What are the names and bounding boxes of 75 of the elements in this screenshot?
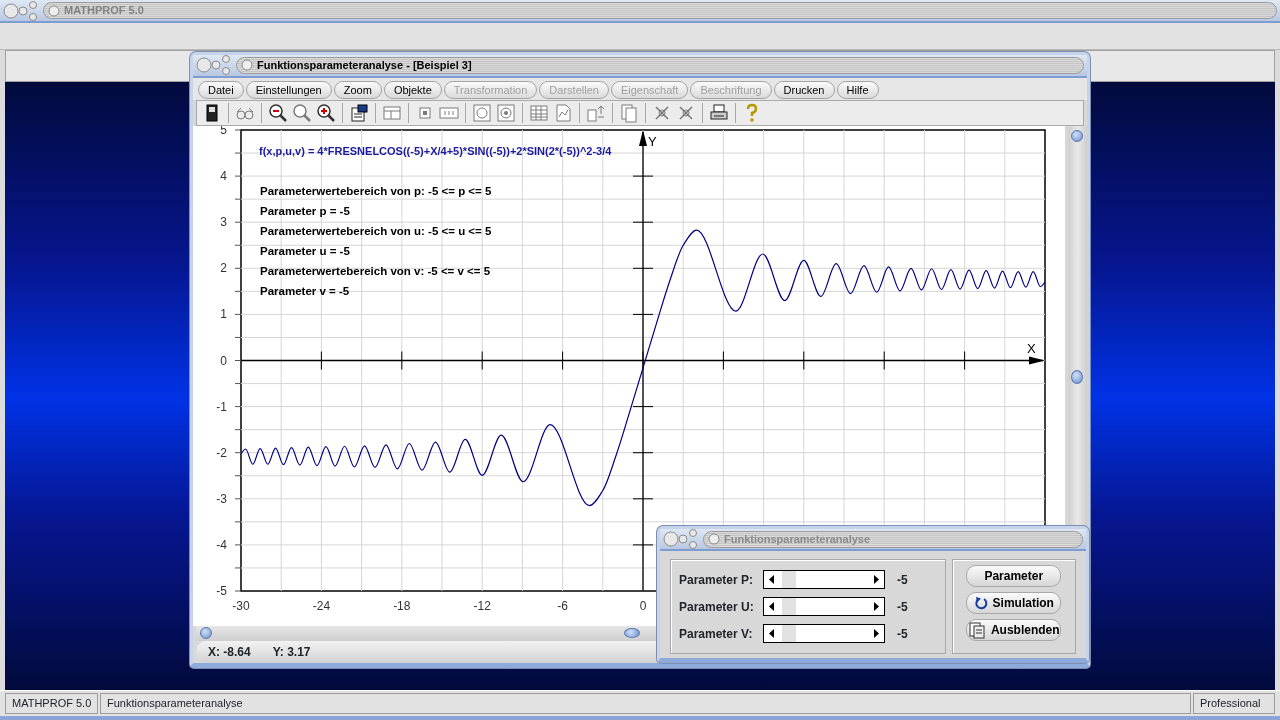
dialog-button[interactable]: Parameter <box>966 565 1062 587</box>
axis-label: -24 <box>312 598 331 613</box>
window-button[interactable] <box>663 531 679 547</box>
slider-value: -5 <box>897 598 908 616</box>
axis-label: -12 <box>473 598 491 613</box>
slider-thumb[interactable] <box>781 571 796 588</box>
slider-value: -5 <box>897 625 908 643</box>
axis-label: -30 <box>232 598 250 613</box>
pages-icon[interactable] <box>619 102 639 123</box>
slider-label: Parameter U: <box>679 598 755 616</box>
status-pane: MATHPROF 5.0 <box>5 693 98 714</box>
axis-title: X <box>1027 340 1036 356</box>
axis-title: Y <box>648 133 657 149</box>
table-icon[interactable] <box>529 102 549 123</box>
slider-label: Parameter P: <box>679 571 755 589</box>
status-pane: Professional <box>1193 693 1275 714</box>
parameter-info: Parameterwertebereich von p: -5 <= p <= 5 <box>260 184 492 197</box>
slider-label: Parameter V: <box>679 625 754 643</box>
orb-icon <box>708 533 720 545</box>
parameter-info: Parameterwertebereich von v: -5 <= v <= 5 <box>260 264 491 277</box>
axis-label: -3 <box>216 491 227 506</box>
menu-item[interactable]: Objekte <box>383 80 442 99</box>
parameter-info: Parameterwertebereich von u: -5 <= u <= 5 <box>260 224 492 237</box>
axis-label: 5 <box>220 125 227 137</box>
parameter-info: Parameter v = -5 <box>260 284 350 297</box>
page-icon[interactable] <box>553 102 573 123</box>
menu-item[interactable]: Hilfe <box>836 80 879 99</box>
window-title: Funktionsparameteranalyse <box>724 531 871 547</box>
axis-label: 4 <box>220 168 227 183</box>
orb-icon <box>241 59 253 72</box>
axis-label: 1 <box>220 307 227 322</box>
slider-thumb[interactable] <box>781 598 796 615</box>
scroll-thumb[interactable] <box>624 627 640 638</box>
menu-item[interactable]: Drucken <box>773 80 835 99</box>
clipboard-icon[interactable] <box>349 102 369 123</box>
zoom-in-icon[interactable] <box>316 102 336 123</box>
function-formula: f(x,p,u,v) = 4*FRESNELCOS((-5)+X/4+5)*SIN((-5))+2*SIN(2*(-5))^2-3/4 <box>259 144 612 157</box>
axis-label: 2 <box>220 261 227 275</box>
menu-item[interactable]: Zoom <box>333 80 382 99</box>
scroll-button[interactable] <box>1071 129 1083 142</box>
zoom-icon[interactable] <box>292 102 312 123</box>
axis-label: -18 <box>393 598 411 613</box>
axis-label: -6 <box>557 598 568 613</box>
orb-icon <box>48 4 60 17</box>
slider-thumb[interactable] <box>781 625 796 642</box>
window-button[interactable] <box>196 57 212 73</box>
axis-label: 0 <box>639 598 647 613</box>
axis-label: 3 <box>220 214 227 229</box>
printer-icon[interactable] <box>709 102 729 123</box>
slider[interactable] <box>763 597 885 616</box>
status-pane: Funktionsparameteranalyse <box>100 693 1191 714</box>
document-icon <box>967 621 986 639</box>
axis-label: -1 <box>216 399 227 414</box>
app-title: MATHPROF 5.0 <box>64 3 144 19</box>
refresh-icon <box>973 596 988 610</box>
zoom-out-icon[interactable] <box>268 102 288 123</box>
scroll-button[interactable] <box>200 626 212 639</box>
slider[interactable] <box>763 624 885 643</box>
coordinate-readout: Y: 3.17 <box>272 644 311 662</box>
axis-label: -4 <box>216 537 227 552</box>
axis-label: -5 <box>216 583 227 598</box>
menu-item[interactable]: Einstellungen <box>245 80 332 99</box>
scroll-thumb[interactable] <box>1071 369 1083 384</box>
window-button[interactable] <box>3 3 19 18</box>
slider-value: -5 <box>897 571 908 589</box>
menu-item[interactable]: Datei <box>198 80 244 99</box>
coordinate-readout: X: -8.64 <box>208 644 251 662</box>
axis-label: -2 <box>216 445 227 460</box>
dialog-button[interactable]: Ausblenden <box>966 619 1062 641</box>
axis-label: 0 <box>220 353 227 368</box>
parameter-info: Parameter p = -5 <box>260 204 350 217</box>
dialog-button[interactable]: Simulation <box>966 592 1062 614</box>
slider[interactable] <box>763 570 885 589</box>
parameter-info: Parameter u = -5 <box>260 244 350 257</box>
window-title: Funktionsparameteranalyse - [Beispiel 3] <box>257 58 472 74</box>
